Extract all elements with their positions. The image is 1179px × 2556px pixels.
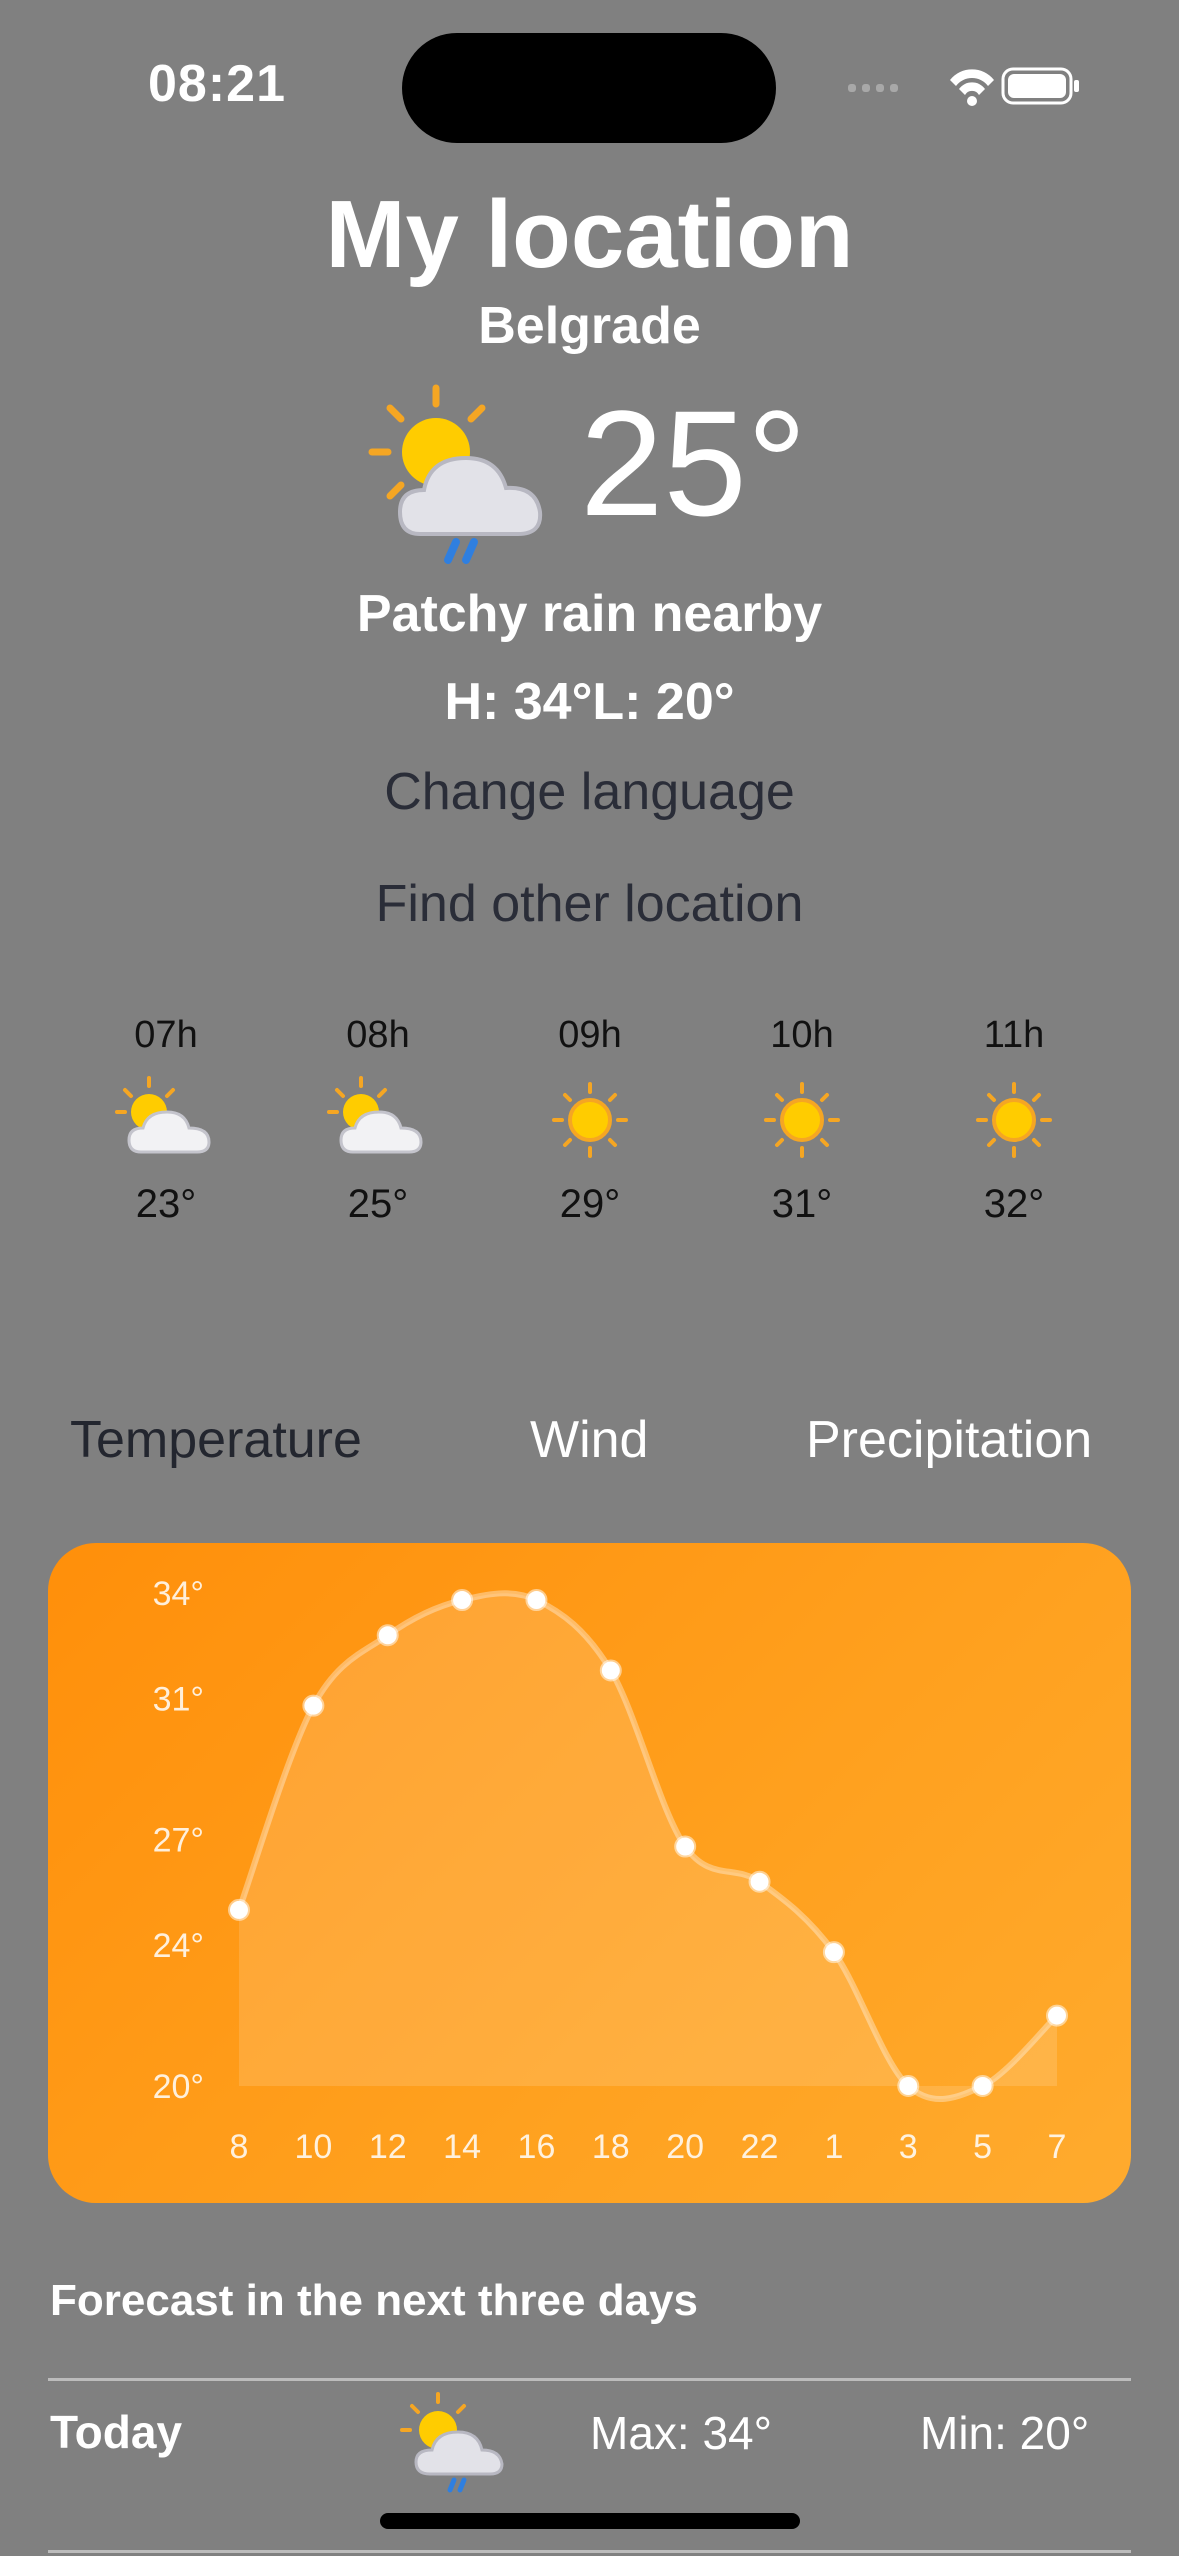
chart-point bbox=[376, 1624, 399, 1647]
hour-time: 10h bbox=[770, 1014, 834, 1056]
hour-temp: 31° bbox=[771, 1182, 833, 1226]
chart-point bbox=[822, 1941, 845, 1964]
chart-point bbox=[1046, 2004, 1068, 2027]
condition-text: Patchy rain nearby bbox=[356, 585, 823, 643]
hour-time: 08h bbox=[346, 1014, 410, 1056]
high-low-temps: H: 34°L: 20° bbox=[444, 673, 735, 731]
x-tick-label: 20 bbox=[666, 2128, 704, 2166]
chart-point bbox=[599, 1659, 622, 1682]
y-tick-label: 20° bbox=[153, 2068, 204, 2106]
hourly-item: 10h 31° bbox=[696, 1010, 908, 1240]
x-tick-label: 1 bbox=[824, 2128, 843, 2166]
x-tick-label: 3 bbox=[899, 2128, 918, 2166]
home-indicator[interactable] bbox=[380, 2513, 800, 2529]
divider bbox=[48, 2378, 1131, 2381]
hourly-item: 09h 29° bbox=[484, 1010, 696, 1240]
y-tick-label: 31° bbox=[153, 1681, 204, 1719]
x-tick-label: 7 bbox=[1048, 2128, 1067, 2166]
hourly-forecast: 07h 23° 08h 25° 09h 29° 10h 31° 11h 32° bbox=[60, 1010, 1120, 1240]
hourly-item: 07h 23° bbox=[60, 1010, 272, 1240]
partly-cloudy-icon bbox=[115, 1076, 211, 1154]
x-tick-label: 12 bbox=[369, 2128, 407, 2166]
forecast-min: Min: 20° bbox=[920, 2407, 1090, 2459]
hour-temp: 23° bbox=[135, 1182, 197, 1226]
chart-point bbox=[525, 1589, 548, 1612]
hour-temp: 25° bbox=[347, 1182, 409, 1226]
forecast-day: Today bbox=[50, 2406, 183, 2458]
hourly-item: 11h 32° bbox=[908, 1010, 1120, 1240]
temperature-chart: 34° 31° 27° 24° 20° 8 10 12 14 16 18 20 22 1 3 5 7 bbox=[48, 1543, 1131, 2203]
status-indicators bbox=[848, 67, 1079, 106]
chart-area bbox=[239, 1593, 1057, 2100]
chart-point bbox=[674, 1835, 697, 1858]
x-tick-label: 5 bbox=[973, 2128, 992, 2166]
signal-icon bbox=[848, 84, 898, 92]
chart-point bbox=[228, 1898, 250, 1921]
chart-point bbox=[971, 2075, 994, 2097]
chart-point bbox=[451, 1589, 474, 1612]
battery-icon bbox=[1001, 67, 1079, 105]
y-tick-label: 27° bbox=[153, 1822, 204, 1860]
tab-wind[interactable]: Wind bbox=[530, 1410, 648, 1470]
find-location-button[interactable]: Find other location bbox=[0, 874, 1179, 934]
wifi-icon bbox=[950, 69, 994, 106]
x-tick-label: 14 bbox=[443, 2128, 481, 2166]
change-language-button[interactable]: Change language bbox=[0, 762, 1179, 822]
hourly-item: 08h 25° bbox=[272, 1010, 484, 1240]
x-tick-label: 8 bbox=[230, 2128, 249, 2166]
city-name: Belgrade bbox=[478, 297, 701, 355]
x-tick-label: 22 bbox=[741, 2128, 779, 2166]
tab-precipitation[interactable]: Precipitation bbox=[806, 1410, 1092, 1470]
x-tick-label: 16 bbox=[518, 2128, 556, 2166]
chart-point bbox=[897, 2075, 920, 2097]
current-temperature: 25° bbox=[580, 379, 807, 547]
hour-temp: 29° bbox=[559, 1182, 621, 1226]
location-title: My location bbox=[325, 181, 854, 288]
y-tick-label: 34° bbox=[153, 1575, 204, 1613]
sun-icon bbox=[764, 1082, 840, 1158]
partly-cloudy-icon bbox=[327, 1076, 423, 1154]
forecast-title: Forecast in the next three days bbox=[50, 2276, 698, 2325]
y-tick-label: 24° bbox=[153, 1927, 204, 1965]
divider bbox=[48, 2550, 1131, 2553]
tab-temperature[interactable]: Temperature bbox=[70, 1410, 362, 1470]
chart-point bbox=[302, 1694, 325, 1717]
chart-point bbox=[748, 1870, 771, 1893]
hour-time: 07h bbox=[134, 1014, 198, 1056]
hour-time: 09h bbox=[558, 1014, 622, 1056]
rain-cloud-sun-icon bbox=[400, 2392, 504, 2493]
x-tick-label: 18 bbox=[592, 2128, 630, 2166]
hour-time: 11h bbox=[983, 1014, 1045, 1056]
status-time: 08:21 bbox=[148, 55, 286, 113]
dynamic-island bbox=[402, 33, 776, 143]
sun-icon bbox=[976, 1082, 1052, 1158]
forecast-max: Max: 34° bbox=[590, 2407, 773, 2459]
x-tick-label: 10 bbox=[294, 2128, 332, 2166]
hour-temp: 32° bbox=[983, 1182, 1045, 1226]
sun-icon bbox=[552, 1082, 628, 1158]
chart-canvas: 34° 31° 27° 24° 20° 8 10 12 14 16 18 20 22 1 3 5 7 bbox=[153, 1575, 1068, 2166]
rain-cloud-sun-icon bbox=[368, 384, 543, 564]
